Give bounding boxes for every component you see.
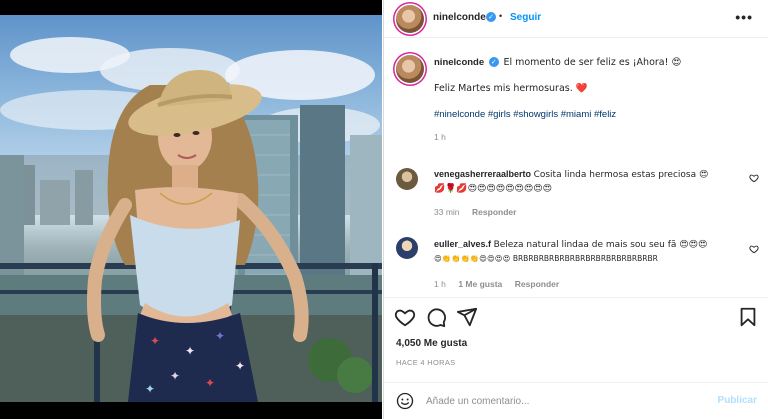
separator-dot: • <box>499 11 503 21</box>
comment-time: 33 min <box>434 207 460 217</box>
post-actions: 4,050 Me gusta HACE 4 HORAS <box>384 297 768 377</box>
svg-text:✦: ✦ <box>205 376 215 390</box>
caption-text: ninelconde ✓ El momento de ser feliz es … <box>434 56 754 157</box>
comment-username[interactable]: euller_alves.f <box>434 239 491 249</box>
verified-icon: ✓ <box>488 57 499 68</box>
follow-button[interactable]: Seguir <box>510 12 541 23</box>
emoji-icon[interactable] <box>396 392 414 410</box>
photo-illustration: ✦ ✦ ✦ ✦ ✦ ✦ ✦ <box>0 37 382 402</box>
comment-meta: 33 min Responder <box>434 207 516 217</box>
caption-avatar[interactable] <box>396 55 424 83</box>
publish-button[interactable]: Publicar <box>718 395 757 406</box>
heart-icon[interactable] <box>394 306 416 328</box>
verified-icon: ✓ <box>486 12 496 22</box>
bookmark-icon[interactable] <box>737 306 759 328</box>
comment-time: 1 h <box>434 279 446 289</box>
comment-body: euller_alves.f Beleza natural lindaa de … <box>434 238 734 265</box>
post-header: ninelconde ✓ • Seguir ••• <box>384 0 768 38</box>
reply-button[interactable]: Responder <box>472 207 516 217</box>
comment-input[interactable] <box>426 393 686 409</box>
svg-text:✦: ✦ <box>145 382 155 396</box>
comment-composer: Publicar <box>384 382 768 419</box>
comment-text-2: 😍👏👏👏👏😍😍😍😍 BRBRBRBRBRBRBRBRBRBRBRBRBRBR <box>434 254 658 263</box>
caption-line-2: Feliz Martes mis hermosuras. ❤️ <box>434 83 588 94</box>
more-icon[interactable]: ••• <box>735 9 753 25</box>
reply-button[interactable]: Responder <box>515 279 559 289</box>
caption-username[interactable]: ninelconde <box>434 57 484 68</box>
comment-meta: 1 h 1 Me gusta Responder <box>434 279 559 289</box>
post-time: HACE 4 HORAS <box>396 358 456 367</box>
svg-text:✦: ✦ <box>150 334 160 348</box>
comment-body: venegasherreraalberto Cosita linda hermo… <box>434 168 734 196</box>
svg-text:✦: ✦ <box>235 359 245 373</box>
post-photo[interactable]: ✦ ✦ ✦ ✦ ✦ ✦ ✦ <box>0 15 382 402</box>
share-icon[interactable] <box>456 306 478 328</box>
comment-icon[interactable] <box>425 306 447 328</box>
svg-text:✦: ✦ <box>215 329 225 343</box>
commenter-avatar[interactable] <box>396 237 418 259</box>
comment-username[interactable]: venegasherreraalberto <box>434 169 531 179</box>
svg-text:✦: ✦ <box>185 344 195 358</box>
post-media[interactable]: ✦ ✦ ✦ ✦ ✦ ✦ ✦ <box>0 0 382 419</box>
commenter-avatar[interactable] <box>396 168 418 190</box>
caption-line-1: El momento de ser feliz es ¡Ahora! 😍 <box>503 57 682 68</box>
heart-icon[interactable] <box>749 173 759 183</box>
post-side-panel: ninelconde ✓ • Seguir ••• ninelconde ✓ E… <box>383 0 768 419</box>
caption-time: 1 h <box>434 132 446 142</box>
heart-icon[interactable] <box>749 244 759 254</box>
comment-likes[interactable]: 1 Me gusta <box>458 279 502 289</box>
comment-text: Cosita linda hermosa estas preciosa 😍 <box>533 170 709 180</box>
comment-text: Beleza natural lindaa de mais sou seu fã… <box>493 240 708 250</box>
svg-text:✦: ✦ <box>170 369 180 383</box>
caption-hashtags[interactable]: #ninelconde #girls #showgirls #miami #fe… <box>434 108 754 121</box>
comment-text-2: 💋🌹💋😍😍😍😍😍😍😍😍😍 <box>434 184 553 194</box>
likes-count[interactable]: 4,050 Me gusta <box>396 338 467 349</box>
author-username[interactable]: ninelconde <box>433 12 486 23</box>
author-avatar[interactable] <box>396 5 424 33</box>
comments-list: ninelconde ✓ El momento de ser feliz es … <box>384 39 768 296</box>
